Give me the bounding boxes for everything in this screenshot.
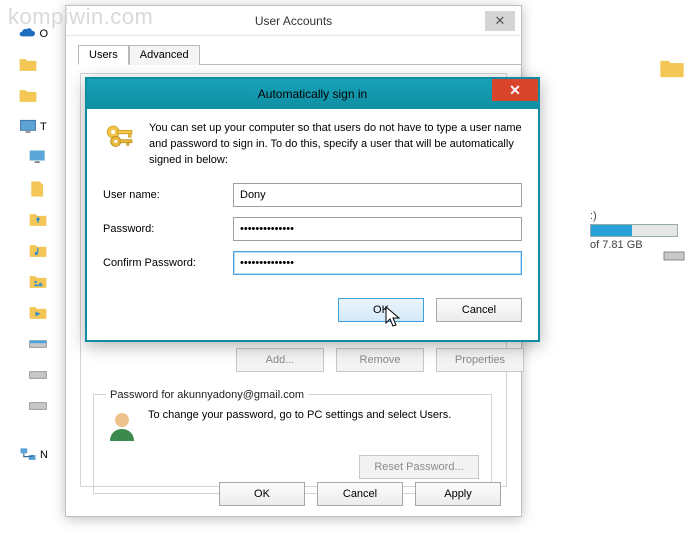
ok-button[interactable]: OK xyxy=(338,298,424,322)
sidebar-item[interactable] xyxy=(28,396,48,416)
sidebar-item[interactable] xyxy=(28,179,48,199)
password-label: Password: xyxy=(103,223,233,235)
confirm-password-input[interactable] xyxy=(233,251,522,275)
auto-signin-title: Automatically sign in xyxy=(258,87,367,101)
explorer-nav-fragment: O T N xyxy=(18,24,48,465)
close-icon: ✕ xyxy=(495,13,506,29)
auto-signin-dialog: Automatically sign in ✕ You can set up y… xyxy=(85,77,540,342)
user-avatar-icon xyxy=(106,409,138,441)
username-input[interactable] xyxy=(233,183,522,207)
sidebar-item[interactable] xyxy=(28,303,48,323)
keys-icon xyxy=(103,121,137,155)
sidebar-item[interactable] xyxy=(28,365,48,385)
folder-icon xyxy=(18,86,38,106)
close-button[interactable]: ✕ xyxy=(492,79,538,101)
auto-signin-intro-text: You can set up your computer so that use… xyxy=(149,121,522,169)
password-input[interactable] xyxy=(233,217,522,241)
close-button[interactable]: ✕ xyxy=(485,11,515,31)
cancel-button[interactable]: Cancel xyxy=(317,482,403,506)
confirm-password-label: Confirm Password: xyxy=(103,257,233,269)
drive-icon xyxy=(28,396,48,416)
desktop-icon xyxy=(28,148,48,168)
music-icon xyxy=(28,241,48,261)
drive-icon xyxy=(28,334,48,354)
password-group: Password for akunnyadony@gmail.com To ch… xyxy=(93,394,492,494)
auto-signin-titlebar[interactable]: Automatically sign in ✕ xyxy=(87,79,538,109)
tab-advanced[interactable]: Advanced xyxy=(129,45,200,65)
network-icon xyxy=(18,445,38,465)
pc-icon xyxy=(18,117,38,137)
properties-button: Properties xyxy=(436,348,524,372)
drive-label: :) xyxy=(590,210,678,222)
sidebar-item-label: T xyxy=(40,121,47,133)
downloads-icon xyxy=(28,210,48,230)
folder-icon xyxy=(18,55,38,75)
cancel-button[interactable]: Cancel xyxy=(436,298,522,322)
user-accounts-titlebar[interactable]: User Accounts ✕ xyxy=(66,6,521,36)
sidebar-item[interactable] xyxy=(28,272,48,292)
sidebar-item-network[interactable]: N xyxy=(18,445,48,465)
sidebar-item-label: O xyxy=(39,28,48,40)
ok-button[interactable]: OK xyxy=(219,482,305,506)
sidebar-item[interactable] xyxy=(28,241,48,261)
drive-icon xyxy=(28,365,48,385)
add-button: Add... xyxy=(236,348,324,372)
sidebar-item[interactable]: O xyxy=(18,24,48,44)
apply-button[interactable]: Apply xyxy=(415,482,501,506)
documents-icon xyxy=(28,179,48,199)
sidebar-item[interactable] xyxy=(28,210,48,230)
sidebar-item-label: N xyxy=(40,449,48,461)
close-icon: ✕ xyxy=(509,82,521,99)
user-accounts-title: User Accounts xyxy=(255,14,332,28)
folder-icon xyxy=(658,55,686,83)
sidebar-item[interactable] xyxy=(18,86,48,106)
pictures-icon xyxy=(28,272,48,292)
sidebar-item[interactable] xyxy=(18,55,48,75)
drive-usage-bar xyxy=(590,224,678,237)
tab-users[interactable]: Users xyxy=(78,45,129,65)
sidebar-item-this-pc[interactable]: T xyxy=(18,117,48,137)
remove-button: Remove xyxy=(336,348,424,372)
videos-icon xyxy=(28,303,48,323)
username-label: User name: xyxy=(103,189,233,201)
onedrive-icon xyxy=(18,24,37,44)
tabs: Users Advanced xyxy=(78,44,521,65)
password-group-legend: Password for akunnyadony@gmail.com xyxy=(106,389,308,401)
reset-password-button: Reset Password... xyxy=(359,455,479,479)
password-change-text: To change your password, go to PC settin… xyxy=(148,409,451,421)
sidebar-item[interactable] xyxy=(28,334,48,354)
sidebar-item[interactable] xyxy=(28,148,48,168)
drive-icon xyxy=(662,244,686,268)
